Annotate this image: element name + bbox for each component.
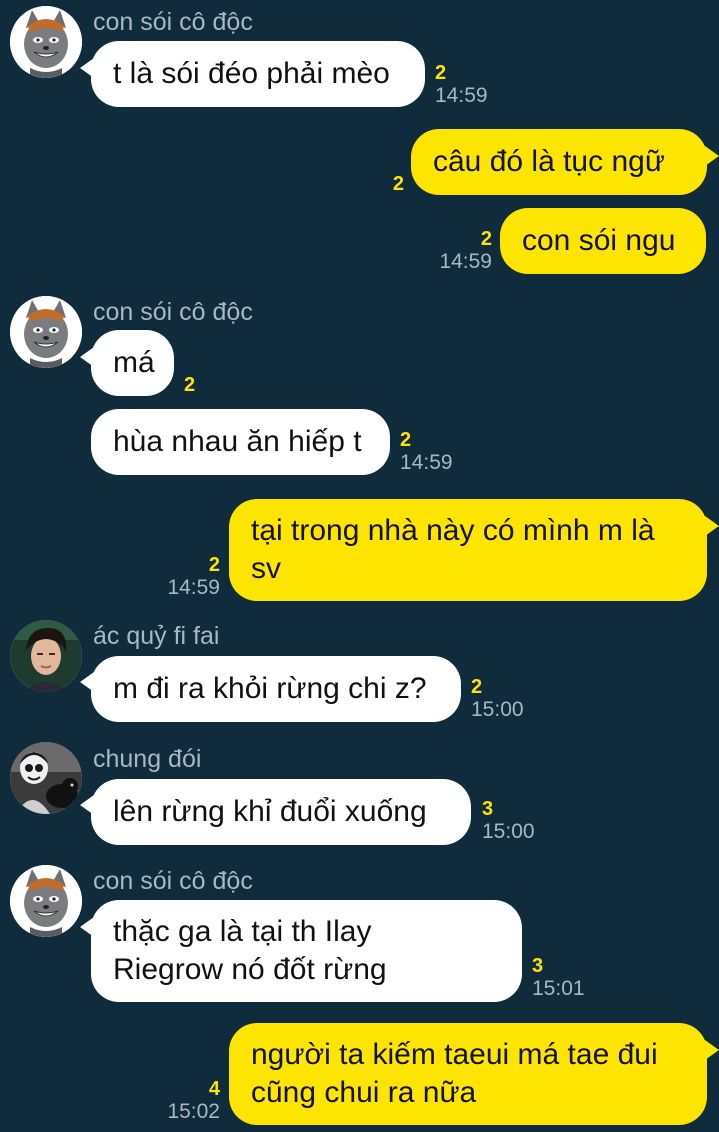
message-bubble-incoming[interactable]: t là sói đéo phải mèo [91, 41, 425, 107]
sender-name: con sói cô độc [93, 8, 253, 36]
bubble-tail [705, 146, 719, 166]
message-time: 14:59 [167, 576, 220, 599]
message-meta: 3 15:00 [482, 798, 535, 844]
message-meta: 2 15:00 [471, 676, 524, 722]
unread-count: 2 [471, 676, 483, 698]
message-bubble-outgoing[interactable]: người ta kiếm taeui má tae đui cũng chui… [229, 1023, 707, 1125]
message-meta: 2 14:59 [435, 62, 488, 108]
person-photo-avatar-icon[interactable] [10, 620, 82, 692]
message-meta: 2 [184, 374, 195, 396]
unread-count: 2 [208, 554, 220, 576]
message-time: 15:00 [471, 698, 524, 721]
message-time: 15:00 [482, 820, 535, 843]
message-time: 14:59 [435, 84, 488, 107]
message-bubble-incoming[interactable]: má [91, 330, 174, 396]
chat-room[interactable]: con sói cô độc t là sói đéo phải mèo 2 1… [0, 0, 719, 1132]
unread-count: 3 [532, 955, 544, 977]
message-bubble-incoming[interactable]: lên rừng khỉ đuổi xuống [91, 779, 471, 845]
message-bubble-incoming[interactable]: m đi ra khỏi rừng chi z? [91, 656, 461, 722]
unread-count: 2 [400, 429, 412, 451]
bubble-tail [705, 1040, 719, 1060]
unread-count: 2 [392, 173, 404, 195]
message-meta: 2 14:59 [400, 429, 453, 475]
message-meta: 2 [380, 173, 404, 195]
message-bubble-outgoing[interactable]: câu đó là tục ngữ [411, 129, 707, 195]
message-meta: 3 15:01 [532, 955, 585, 1001]
sender-name: ác quỷ fi fai [93, 622, 220, 650]
message-bubble-outgoing[interactable]: tại trong nhà này có mình m là sv [229, 499, 707, 601]
sender-name: con sói cô độc [93, 867, 253, 895]
unread-count: 2 [435, 62, 447, 84]
unread-count: 3 [482, 798, 494, 820]
person-with-animal-avatar-icon[interactable] [10, 742, 82, 814]
bubble-tail [705, 516, 719, 536]
message-meta: 4 15:02 [160, 1078, 220, 1124]
message-time: 15:02 [167, 1100, 220, 1123]
message-bubble-incoming[interactable]: thặc ga là tại th Ilay Riegrow nó đốt rừ… [91, 900, 522, 1002]
message-meta: 2 14:59 [160, 554, 220, 600]
message-time: 14:59 [439, 250, 492, 273]
grey-wolf-avatar-icon[interactable] [10, 865, 82, 937]
grey-wolf-avatar-icon[interactable] [10, 6, 82, 78]
unread-count: 4 [208, 1078, 220, 1100]
unread-count: 2 [184, 374, 196, 396]
message-bubble-outgoing[interactable]: con sói ngu [500, 208, 706, 274]
sender-name: con sói cô độc [93, 298, 253, 326]
sender-name: chung đói [93, 745, 202, 773]
grey-wolf-avatar-icon[interactable] [10, 296, 82, 368]
unread-count: 2 [480, 228, 492, 250]
message-bubble-incoming[interactable]: hùa nhau ăn hiếp t [91, 409, 390, 475]
message-time: 15:01 [532, 977, 585, 1000]
message-time: 14:59 [400, 451, 453, 474]
message-meta: 2 14:59 [430, 228, 492, 274]
